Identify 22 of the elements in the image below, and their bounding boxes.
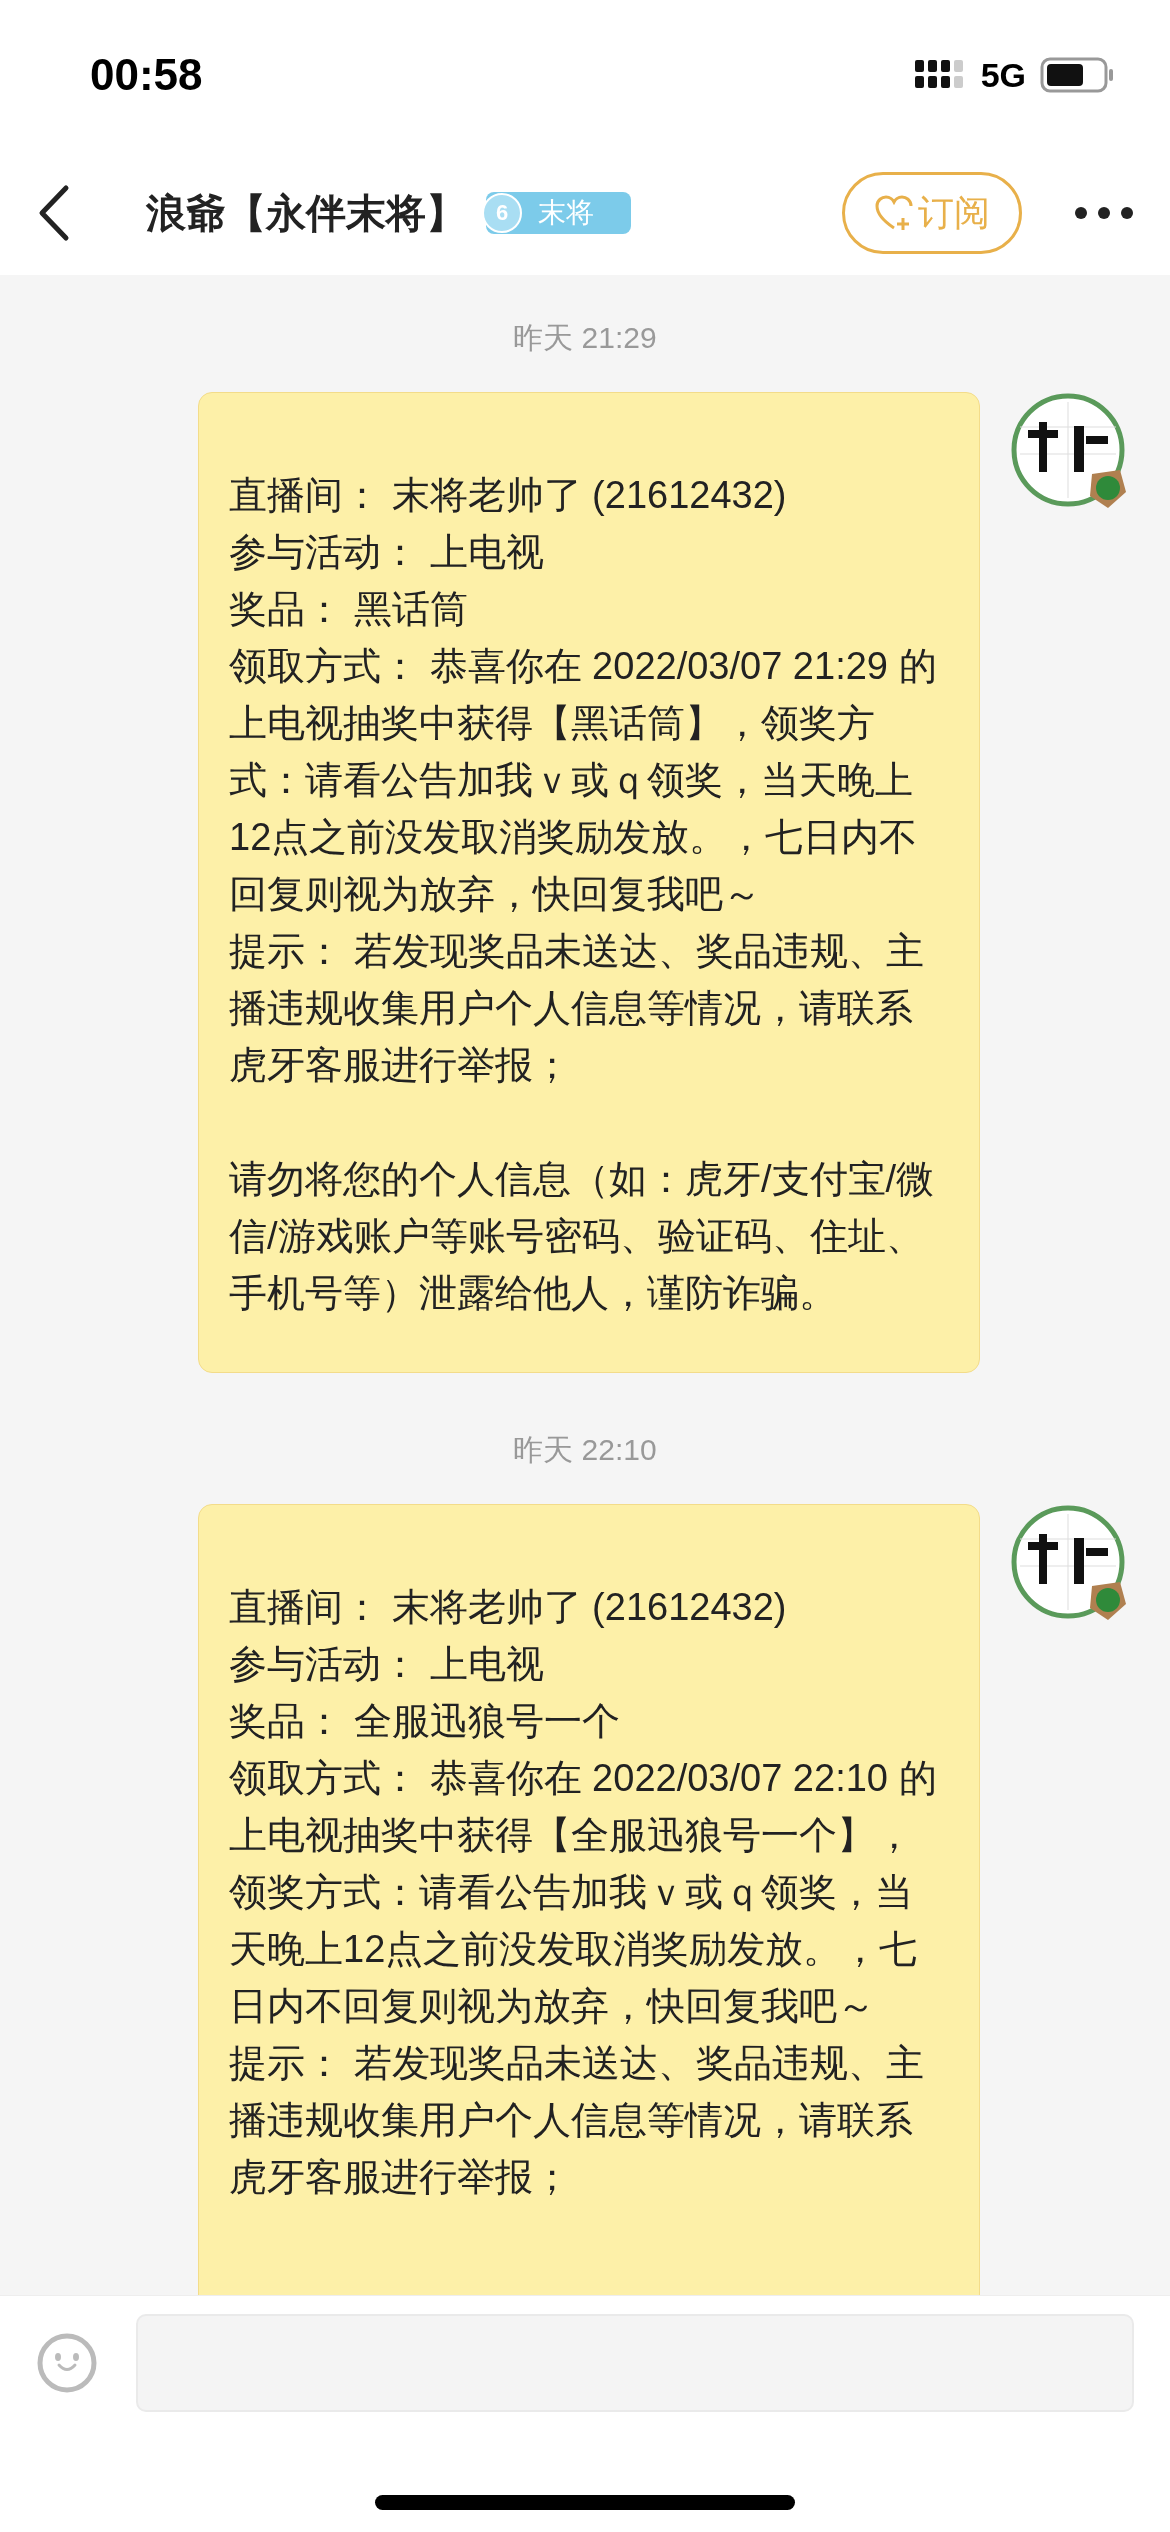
battery-icon: [1040, 57, 1114, 93]
network-label: 5G: [980, 54, 1026, 96]
message-time: 昨天 22:10: [513, 1432, 657, 1468]
message-text: 奖品： 全服迅狼号一个: [229, 1699, 621, 1744]
message-text: 提示： 若发现奖品未送达、奖品违规、主播违规收集用户个人信息等情况，请联系虎牙客服进行举报；: [229, 2041, 925, 2200]
badge-name: 末将: [538, 195, 594, 230]
heart-plus-icon: [874, 193, 914, 232]
chat-title: 浪爺【永伴末将】: [146, 189, 466, 237]
clock-time: 00:58: [90, 49, 203, 101]
more-icon[interactable]: [1074, 205, 1134, 220]
message-text: 直播间： 末将老帅了 (21612432): [229, 473, 788, 518]
badge-level: 6: [482, 192, 522, 233]
message-text: 奖品： 黑话筒: [229, 587, 469, 632]
message-text: 领取方式： 恭喜你在 2022/03/07 22:10 的上电视抽奖中获得【全服迅狼号一个】，领奖方式：请看公告加我ｖ或ｑ领奖，当天晚上12点之前没发取消奖励发放。，七日内不回复则视为放弃，快回复我吧～: [229, 1756, 938, 2029]
message-time: 昨天 21:29: [513, 320, 657, 356]
message-text: 领取方式： 恭喜你在 2022/03/07 21:29 的上电视抽奖中获得【黑话筒】，领奖方式：请看公告加我ｖ或ｑ领奖，当天晚上12点之前没发取消奖励发放。，七日内不回复则视为放弃，快回复我吧～: [229, 644, 938, 917]
subscribe-button[interactable]: 订阅: [842, 171, 1022, 254]
message-text: 参与活动： 上电视: [229, 1642, 545, 1687]
message-text: 请勿将您的个人信息（如：虎牙/支付宝/微信/游戏账户等账号密码、验证码、住址、手机号等）泄露给他人，谨防诈骗。: [229, 1157, 936, 1316]
message-text: 参与活动： 上电视: [229, 530, 545, 575]
message-text: 直播间： 末将老帅了 (21612432): [229, 1585, 788, 1630]
message-text: 提示： 若发现奖品未送达、奖品违规、主播违规收集用户个人信息等情况，请联系虎牙客服进行举报；: [229, 929, 925, 1088]
